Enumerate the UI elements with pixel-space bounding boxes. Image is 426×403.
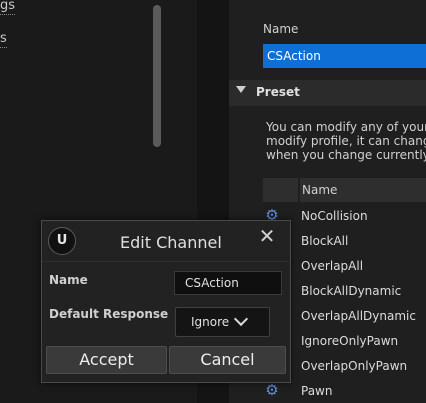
preset-description-line: You can modify any of your p — [266, 120, 426, 134]
profile-item[interactable]: BlockAllDynamic — [301, 284, 401, 298]
profile-item[interactable]: IgnoreOnlyPawn — [301, 334, 398, 348]
left-list-item[interactable]: gs — [0, 0, 16, 15]
profile-item[interactable]: Pawn — [301, 384, 332, 398]
collapse-arrow-icon[interactable] — [236, 86, 246, 93]
profile-item[interactable]: OverlapAll — [301, 259, 363, 273]
default-response-label: Default Response — [49, 307, 169, 321]
preset-description: You can modify any of your p modify prof… — [266, 120, 426, 162]
column-header-name[interactable]: Name — [302, 183, 337, 197]
default-response-value[interactable]: Ignore — [191, 315, 229, 329]
preset-description-line: modify profile, it can change — [266, 134, 426, 148]
profile-table-header — [263, 178, 426, 202]
dialog-divider — [42, 261, 290, 262]
profile-item[interactable]: NoCollision — [301, 209, 368, 223]
cancel-button[interactable]: Cancel — [169, 346, 286, 374]
channel-name-label: Name — [49, 273, 88, 287]
preset-title: Preset — [256, 85, 300, 99]
left-list-item[interactable]: s — [0, 31, 7, 48]
name-label: Name — [263, 22, 299, 36]
accept-button[interactable]: Accept — [46, 346, 167, 374]
close-button[interactable]: ✕ — [257, 226, 277, 246]
profile-item[interactable]: BlockAll — [301, 234, 348, 248]
profile-item[interactable]: OverlapAllDynamic — [301, 309, 416, 323]
unreal-logo-icon: U — [48, 227, 76, 255]
left-scrollbar[interactable] — [153, 5, 161, 147]
dialog-title: Edit Channel — [120, 233, 222, 252]
name-field[interactable]: CSAction — [263, 44, 426, 68]
gear-icon: ⚙ — [265, 381, 279, 399]
channel-name-input[interactable]: CSAction — [174, 271, 282, 295]
profile-item[interactable]: OverlapOnlyPawn — [301, 359, 407, 373]
column-separator — [298, 178, 300, 202]
preset-description-line: when you change currently d — [266, 148, 426, 162]
